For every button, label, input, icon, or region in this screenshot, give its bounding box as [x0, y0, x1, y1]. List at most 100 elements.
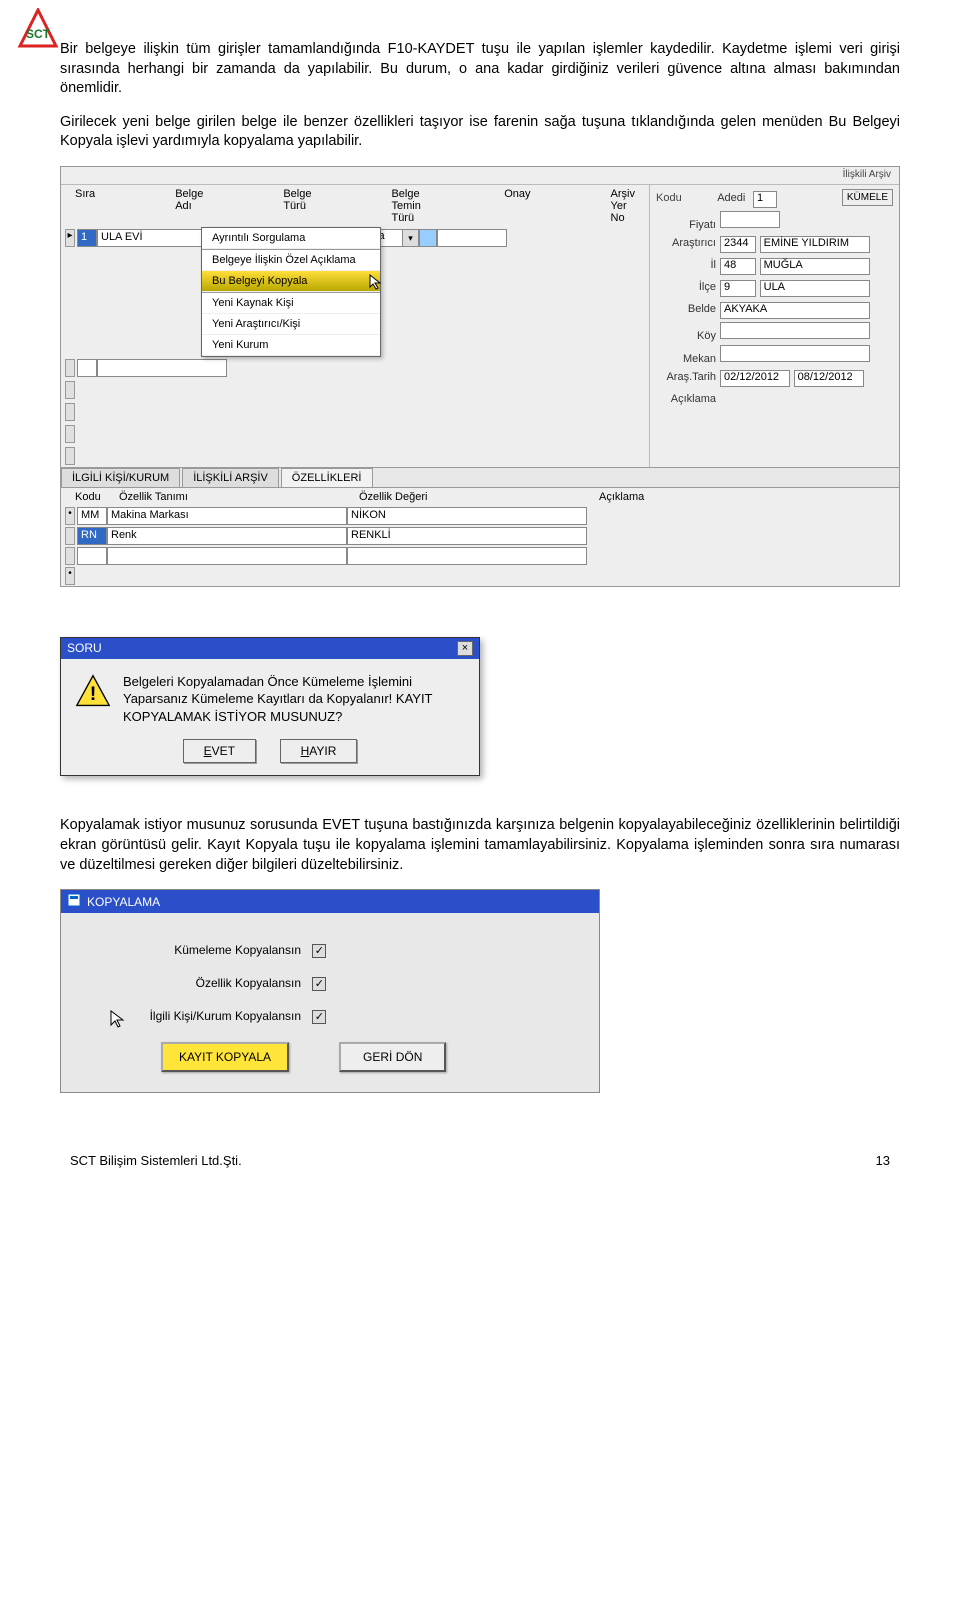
dialog-title: KOPYALAMA — [87, 895, 160, 909]
kumele-button[interactable]: KÜMELE — [842, 189, 893, 206]
paragraph-1: Bir belgeye ilişkin tüm girişler tamamla… — [60, 40, 900, 99]
cell-empty[interactable] — [97, 359, 227, 377]
kayit-kopyala-button[interactable]: KAYIT KOPYALA — [161, 1042, 289, 1072]
paragraph-3: Kopyalamak istiyor musunuz sorusunda EVE… — [60, 816, 900, 875]
row-marker[interactable]: ▸ — [65, 229, 75, 247]
messagebox-soru: SORU × ! Belgeleri Kopyalamadan Önce Küm… — [60, 637, 480, 777]
subcell-deger[interactable]: NİKON — [347, 507, 587, 525]
cursor-icon — [368, 273, 386, 294]
koy-field[interactable] — [720, 322, 870, 339]
menu-item-bu-belgeyi-kopyala[interactable]: Bu Belgeyi Kopyala — [202, 271, 380, 292]
ilce-code[interactable]: 9 — [720, 280, 756, 297]
subcell-deger[interactable]: RENKLİ — [347, 527, 587, 545]
evet-button[interactable]: EVET — [183, 739, 256, 763]
cell-empty[interactable] — [77, 359, 97, 377]
svg-text:!: ! — [90, 683, 97, 705]
row-marker[interactable] — [65, 527, 75, 545]
ilce-name[interactable]: ULA — [760, 280, 870, 297]
footer-page: 13 — [876, 1153, 890, 1168]
belde-label: Belde — [656, 303, 716, 315]
menu-item-yeni-kaynak[interactable]: Yeni Kaynak Kişi — [202, 292, 380, 314]
col-belge-turu: Belge Türü — [283, 188, 311, 224]
adedi-label: Adedi — [685, 192, 745, 204]
cell-empty[interactable] — [347, 547, 587, 565]
fiyati-field[interactable] — [720, 211, 780, 228]
close-icon[interactable]: × — [457, 641, 473, 656]
row-marker[interactable] — [65, 403, 75, 421]
mekan-field[interactable] — [720, 345, 870, 362]
subcol-deger: Özellik Değeri — [359, 491, 599, 503]
tab-ilgili-kisi[interactable]: İLGİLİ KİŞİ/KURUM — [61, 468, 180, 487]
cell-arsiv[interactable] — [437, 229, 507, 247]
dropdown-icon[interactable]: ▾ — [403, 229, 419, 247]
ilce-label: İlçe — [656, 281, 716, 293]
window-icon — [67, 893, 81, 910]
screenshot-app-grid: İlişkili Arşiv Sıra Belge Adı Belge Türü… — [60, 166, 900, 587]
row-marker[interactable]: • — [65, 567, 75, 585]
il-label: İl — [656, 259, 716, 271]
opt-ilgili-label: İlgili Kişi/Kurum Kopyalansın — [121, 1009, 301, 1023]
arastirici-label: Araştırıcı — [656, 237, 716, 249]
tab-ozellikleri[interactable]: ÖZELLİKLERİ — [281, 468, 373, 487]
checkbox-kumeleme[interactable]: ✓ — [312, 944, 326, 958]
arastirici-name[interactable]: EMİNE YILDIRIM — [760, 236, 870, 253]
menu-item-ozel-aciklama[interactable]: Belgeye İlişkin Özel Açıklama — [202, 249, 380, 271]
menu-item-yeni-kurum[interactable]: Yeni Kurum — [202, 335, 380, 356]
geri-don-button[interactable]: GERİ DÖN — [339, 1042, 446, 1072]
subcell-tanim[interactable]: Makina Markası — [107, 507, 347, 525]
cursor-icon — [109, 1009, 129, 1032]
fiyati-label: Fiyatı — [656, 219, 716, 231]
subcol-kodu: Kodu — [75, 491, 119, 503]
opt-ozellik-label: Özellik Kopyalansın — [121, 976, 301, 990]
menu-item-yeni-arastirici[interactable]: Yeni Araştırıcı/Kişi — [202, 314, 380, 335]
subcell-tanim[interactable]: Renk — [107, 527, 347, 545]
warning-icon: ! — [75, 673, 111, 709]
svg-text:SCT: SCT — [26, 27, 51, 41]
subcol-tanim: Özellik Tanımı — [119, 491, 359, 503]
paragraph-2: Girilecek yeni belge girilen belge ile b… — [60, 113, 900, 152]
row-marker[interactable] — [65, 447, 75, 465]
subcell-kodu[interactable]: RN — [77, 527, 107, 545]
msgbox-title: SORU — [67, 641, 102, 655]
row-marker[interactable] — [65, 381, 75, 399]
cell-empty[interactable] — [77, 547, 107, 565]
mekan-label: Mekan — [656, 353, 716, 365]
tarih-label: Araş.Tarih — [656, 371, 716, 383]
cell-sira[interactable]: 1 — [77, 229, 97, 247]
row-marker[interactable] — [65, 359, 75, 377]
col-belge-adi: Belge Adı — [175, 188, 203, 224]
il-name[interactable]: MUĞLA — [760, 258, 870, 275]
sct-logo: SCT — [16, 8, 60, 55]
col-temin: Belge Temin Türü — [391, 188, 424, 224]
il-code[interactable]: 48 — [720, 258, 756, 275]
aciklama-label: Açıklama — [656, 393, 716, 405]
adedi-field[interactable]: 1 — [753, 191, 777, 208]
hayir-button[interactable]: HAYIR — [280, 739, 358, 763]
row-marker[interactable]: • — [65, 507, 75, 525]
kopyalama-dialog: KOPYALAMA Kümeleme Kopyalansın ✓ Özellik… — [60, 889, 600, 1092]
tarih1-field[interactable]: 02/12/2012 — [720, 370, 790, 387]
koy-label: Köy — [656, 330, 716, 342]
col-arsiv: Arşiv Yer No — [611, 188, 635, 224]
menu-item-label: Bu Belgeyi Kopyala — [212, 275, 307, 287]
msgbox-text: Belgeleri Kopyalamadan Önce Kümeleme İşl… — [123, 673, 465, 726]
checkbox-ozellik[interactable]: ✓ — [312, 977, 326, 991]
row-marker[interactable] — [65, 547, 75, 565]
menu-item-ayrintili[interactable]: Ayrıntılı Sorgulama — [202, 228, 380, 249]
kodu-label: Kodu — [656, 192, 682, 204]
col-sira: Sıra — [75, 188, 95, 224]
checkbox-ilgili[interactable]: ✓ — [312, 1010, 326, 1024]
detail-panel: Kodu Adedi 1 KÜMELE Fiyatı Araştırıcı 234… — [649, 185, 899, 467]
tarih2-field[interactable]: 08/12/2012 — [794, 370, 864, 387]
arastirici-code[interactable]: 2344 — [720, 236, 756, 253]
context-menu: Ayrıntılı Sorgulama Belgeye İlişkin Özel… — [201, 227, 381, 357]
belde-name[interactable]: AKYAKA — [720, 302, 870, 319]
row-marker[interactable] — [65, 425, 75, 443]
opt-kumeleme-label: Kümeleme Kopyalansın — [121, 943, 301, 957]
cell-empty[interactable] — [107, 547, 347, 565]
tab-iliskili-arsiv[interactable]: İLİŞKİLİ ARŞİV — [182, 468, 279, 487]
subcell-kodu[interactable]: MM — [77, 507, 107, 525]
footer-company: SCT Bilişim Sistemleri Ltd.Şti. — [70, 1153, 242, 1168]
cell-onay[interactable] — [419, 229, 437, 247]
subcol-aciklama: Açıklama — [599, 491, 644, 503]
